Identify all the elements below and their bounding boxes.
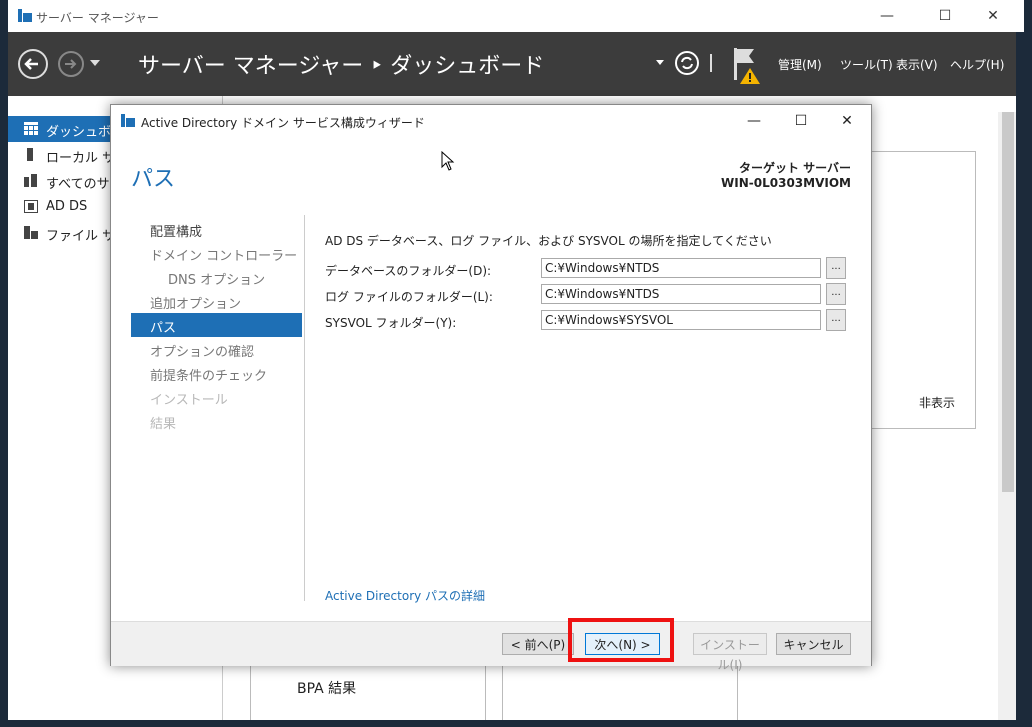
notification-dropdown-icon[interactable] (656, 60, 664, 66)
step-dc-options[interactable]: ドメイン コントローラー オプション (131, 241, 302, 265)
step-installation: インストール (131, 385, 302, 409)
minimize-icon[interactable]: — (872, 6, 902, 26)
sysvol-folder-label: SYSVOL フォルダー(Y): (325, 316, 457, 330)
step-label: オプションの確認 (150, 345, 255, 360)
refresh-icon[interactable] (674, 50, 700, 76)
next-button-highlight (568, 618, 674, 662)
desktop: サーバー マネージャー — ☐ ✕ サーバー マネージャー ‣ ダッシュボード … (0, 0, 1032, 727)
bpa-results-label: BPA 結果 (297, 681, 357, 697)
server-manager-titlebar: サーバー マネージャー — ☐ ✕ (8, 0, 1024, 32)
page-title: パス (131, 167, 176, 192)
database-browse-button[interactable]: ... (826, 257, 846, 279)
nav-divider (304, 215, 305, 601)
step-label: パス (150, 321, 177, 336)
window-title: サーバー マネージャー (36, 11, 159, 25)
dashboard-icon (24, 122, 38, 135)
paths-details-link[interactable]: Active Directory パスの詳細 (325, 587, 485, 604)
sysvol-browse-button[interactable]: ... (826, 309, 846, 331)
server-icon (27, 148, 33, 161)
step-results: 結果 (131, 409, 302, 433)
database-folder-label: データベースのフォルダー(D): (325, 264, 492, 278)
log-browse-button[interactable]: ... (826, 283, 846, 305)
menu-tools[interactable]: ツール(T) (840, 56, 893, 73)
step-label: 追加オプション (150, 297, 242, 312)
menu-view[interactable]: 表示(V) (896, 56, 938, 73)
wizard-icon (121, 114, 135, 127)
vertical-scrollbar[interactable] (998, 112, 1016, 720)
dialog-close-icon[interactable]: ✕ (832, 111, 862, 131)
step-review-options[interactable]: オプションの確認 (131, 337, 302, 361)
step-label: 配置構成 (150, 225, 203, 240)
target-server-label: ターゲット サーバー (738, 161, 851, 175)
sysvol-folder-input[interactable] (541, 310, 821, 330)
dialog-titlebar: Active Directory ドメイン サービス構成ウィザード — ☐ ✕ (111, 105, 871, 137)
install-button: インストール(I) (693, 633, 767, 672)
dialog-minimize-icon[interactable]: — (739, 111, 769, 131)
step-label: 前提条件のチェック (150, 369, 268, 384)
notifications-flag-icon[interactable] (732, 46, 764, 84)
bpa-tile (250, 662, 486, 720)
step-additional-options[interactable]: 追加オプション (131, 289, 302, 313)
server-manager-icon (18, 9, 32, 22)
cancel-button[interactable]: キャンセル (776, 633, 851, 655)
target-server-name: WIN-0L0303MVIOM (721, 176, 851, 190)
bpa-tile-2 (502, 662, 738, 720)
ad-ds-icon (24, 200, 38, 213)
menu-help[interactable]: ヘルプ(H) (950, 56, 1004, 73)
history-dropdown-icon[interactable] (90, 60, 100, 68)
hide-link[interactable]: 非表示 (919, 394, 955, 411)
file-services-icon (24, 226, 38, 239)
sidebar-item-label: AD DS (46, 199, 88, 214)
scrollbar-thumb[interactable] (1002, 112, 1014, 492)
log-folder-input[interactable] (541, 284, 821, 304)
ad-ds-config-wizard: Active Directory ドメイン サービス構成ウィザード — ☐ ✕ … (110, 104, 872, 672)
forward-arrow-icon (65, 59, 77, 69)
back-button[interactable] (18, 49, 48, 79)
dialog-title: Active Directory ドメイン サービス構成ウィザード (141, 116, 425, 130)
log-folder-label: ログ ファイルのフォルダー(L): (325, 290, 493, 304)
forward-button[interactable] (58, 51, 84, 77)
prev-button[interactable]: < 前へ(P) (502, 633, 574, 655)
step-dns-options[interactable]: DNS オプション (131, 265, 302, 289)
dialog-maximize-icon[interactable]: ☐ (786, 111, 816, 131)
step-deployment-config[interactable]: 配置構成 (131, 217, 302, 241)
database-folder-input[interactable] (541, 258, 821, 278)
instruction-text: AD DS データベース、ログ ファイル、および SYSVOL の場所を指定して… (325, 234, 772, 248)
close-icon[interactable]: ✕ (978, 6, 1008, 26)
step-label: ドメイン コントローラー オプション (150, 249, 302, 264)
breadcrumb: サーバー マネージャー ‣ ダッシュボード (138, 54, 545, 79)
header-separator (710, 54, 712, 72)
back-arrow-icon (24, 58, 38, 70)
menu-manage[interactable]: 管理(M) (778, 56, 822, 73)
servers-icon (24, 174, 37, 187)
step-paths[interactable]: パス (131, 313, 302, 337)
step-label: インストール (150, 393, 228, 408)
background-panel: 非表示 (870, 151, 976, 429)
step-label: DNS オプション (168, 273, 266, 288)
maximize-icon[interactable]: ☐ (930, 6, 960, 26)
taskbar-edge (0, 720, 1032, 727)
mouse-cursor-icon (441, 151, 455, 171)
step-label: 結果 (150, 417, 177, 432)
server-manager-header: サーバー マネージャー ‣ ダッシュボード 管理(M) ツール(T) 表示(V)… (8, 32, 1016, 96)
step-prereq-check[interactable]: 前提条件のチェック (131, 361, 302, 385)
